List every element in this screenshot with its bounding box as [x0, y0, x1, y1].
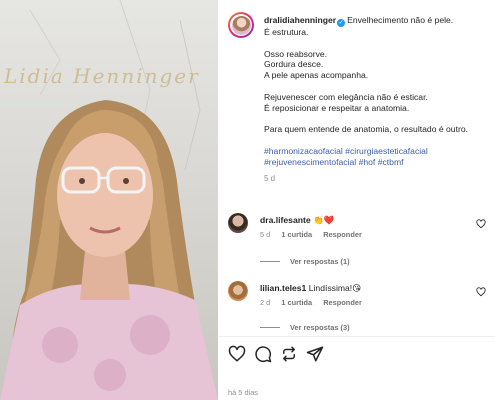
comment-like-heart-icon[interactable] [476, 219, 486, 229]
caption-line: A pele apenas acompanha. [264, 70, 369, 81]
reply-button[interactable]: Responder [323, 230, 362, 239]
repost-button[interactable] [280, 345, 298, 363]
caption-text: dralidiahenninger ✓ Envelhecimento não é p… [264, 15, 494, 185]
author-avatar-image [231, 15, 251, 35]
comment-icon [255, 346, 272, 363]
post-timestamp: há 5 dias [228, 388, 258, 397]
view-replies-button[interactable]: Ver respostas (1) [260, 257, 350, 266]
commenter-avatar[interactable] [228, 213, 248, 233]
like-button[interactable] [228, 345, 246, 363]
comment-like-heart-icon[interactable] [476, 287, 486, 297]
comment-text: 👏❤️ [313, 215, 335, 225]
caption-hashtags[interactable]: #harmonizacaofacial #cirurgiaesteticafac… [264, 146, 494, 168]
caption-line: Rejuvenescer com elegância não é esticar… [264, 91, 428, 102]
caption-line: Osso reabsorve. [264, 48, 328, 59]
caption-line: É reposicionar e respeitar a anatomia. [264, 102, 410, 113]
comment-likes[interactable]: 1 curtida [281, 298, 312, 307]
view-replies-label: Ver respostas (1) [290, 257, 350, 266]
heart-icon [228, 345, 246, 362]
repost-icon [283, 346, 295, 362]
verified-badge-icon: ✓ [337, 19, 346, 27]
caption-first-line: Envelhecimento não é pele. [347, 15, 454, 25]
caption-age: 5 d [264, 174, 276, 184]
commenter-username[interactable]: lilian.teles1 [260, 283, 306, 293]
comment-text: Lindíssima!😘 [308, 283, 362, 293]
comment-age: 5 d [260, 230, 271, 239]
caption-line: Para quem entende de anatomia, o resulta… [264, 124, 469, 135]
view-replies-button[interactable]: Ver respostas (3) [260, 323, 350, 332]
commenter-username[interactable]: dra.lifesante [260, 215, 311, 225]
action-bar [228, 345, 488, 365]
divider [218, 336, 495, 337]
video-frame-illustration [0, 0, 218, 400]
comment-likes[interactable]: 1 curtida [281, 230, 312, 239]
share-icon [306, 346, 324, 362]
caption-line: Gordura desce. [264, 59, 324, 70]
author-username[interactable]: dralidiahenninger [264, 15, 336, 25]
post-video[interactable]: Lidia Henninger [0, 0, 218, 400]
caption-line: É estrutura. [264, 27, 309, 37]
share-button[interactable] [306, 345, 324, 363]
comment-age: 2 d [260, 298, 271, 307]
comment-button[interactable] [254, 345, 272, 363]
view-replies-label: Ver respostas (3) [290, 323, 350, 332]
wall-logo-text: Lidia Henninger [4, 64, 200, 88]
reply-button[interactable]: Responder [323, 298, 362, 307]
commenter-avatar[interactable] [228, 281, 248, 301]
post-details-panel: dralidiahenninger ✓ Envelhecimento não é p… [218, 0, 495, 400]
author-avatar[interactable] [228, 12, 254, 38]
